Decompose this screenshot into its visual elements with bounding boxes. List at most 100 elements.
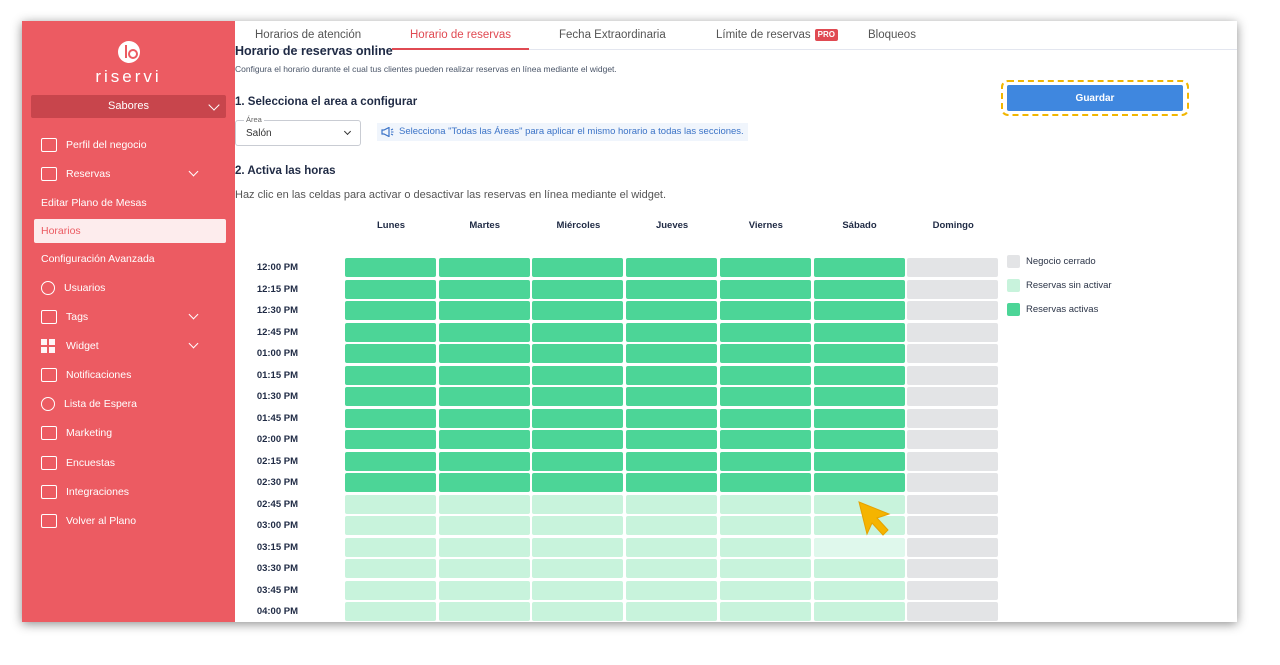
schedule-cell[interactable] xyxy=(438,258,530,277)
schedule-cell[interactable] xyxy=(626,473,718,492)
schedule-cell[interactable] xyxy=(345,580,436,600)
schedule-cell[interactable] xyxy=(719,451,811,471)
schedule-cell[interactable] xyxy=(438,451,530,471)
schedule-cell[interactable] xyxy=(719,516,811,535)
schedule-cell[interactable] xyxy=(532,344,624,363)
schedule-cell[interactable] xyxy=(813,387,905,406)
schedule-cell[interactable] xyxy=(345,494,436,514)
schedule-cell[interactable] xyxy=(626,580,718,600)
schedule-cell[interactable] xyxy=(345,344,436,363)
schedule-cell[interactable] xyxy=(438,301,530,320)
schedule-cell[interactable] xyxy=(626,258,718,277)
schedule-cell[interactable] xyxy=(345,408,436,428)
tab-limite-de-reservas[interactable]: Límite de reservas PRO xyxy=(716,21,838,50)
schedule-cell[interactable] xyxy=(532,537,624,557)
schedule-cell[interactable] xyxy=(438,494,530,514)
sidebar-item-horarios[interactable]: Horarios xyxy=(34,219,226,243)
schedule-cell[interactable] xyxy=(626,322,718,342)
sidebar-item-perfil-del-negocio[interactable]: Perfil del negocio xyxy=(22,133,235,157)
schedule-cell[interactable] xyxy=(532,408,624,428)
schedule-cell[interactable] xyxy=(532,559,624,578)
schedule-cell[interactable] xyxy=(345,559,436,578)
schedule-cell[interactable] xyxy=(626,494,718,514)
schedule-cell[interactable] xyxy=(532,451,624,471)
schedule-cell[interactable] xyxy=(532,516,624,535)
schedule-cell[interactable] xyxy=(813,559,905,578)
schedule-cell[interactable] xyxy=(626,451,718,471)
tab-bloqueos[interactable]: Bloqueos xyxy=(868,21,916,50)
schedule-cell[interactable] xyxy=(532,473,624,492)
schedule-cell[interactable] xyxy=(626,301,718,320)
schedule-cell[interactable] xyxy=(532,387,624,406)
schedule-cell[interactable] xyxy=(438,408,530,428)
schedule-cell[interactable] xyxy=(532,365,624,385)
schedule-cell[interactable] xyxy=(345,537,436,557)
schedule-cell[interactable] xyxy=(719,408,811,428)
schedule-cell[interactable] xyxy=(438,344,530,363)
sidebar-item-configuracion-avanzada[interactable]: Configuración Avanzada xyxy=(22,247,235,271)
schedule-cell[interactable] xyxy=(438,580,530,600)
schedule-cell[interactable] xyxy=(532,258,624,277)
schedule-cell[interactable] xyxy=(532,430,624,449)
schedule-cell[interactable] xyxy=(719,387,811,406)
schedule-cell[interactable] xyxy=(813,365,905,385)
area-select[interactable]: Área Salón xyxy=(235,115,361,146)
schedule-cell[interactable] xyxy=(626,516,718,535)
schedule-cell[interactable] xyxy=(719,430,811,449)
brand-logo[interactable]: riservi xyxy=(22,41,235,87)
sidebar-item-encuestas[interactable]: Encuestas xyxy=(22,451,235,475)
schedule-cell[interactable] xyxy=(345,322,436,342)
schedule-cell[interactable] xyxy=(345,602,436,621)
schedule-cell[interactable] xyxy=(438,430,530,449)
schedule-cell[interactable] xyxy=(719,365,811,385)
schedule-cell[interactable] xyxy=(719,602,811,621)
schedule-cell[interactable] xyxy=(813,580,905,600)
schedule-cell[interactable] xyxy=(345,301,436,320)
schedule-cell[interactable] xyxy=(813,344,905,363)
schedule-cell[interactable] xyxy=(813,322,905,342)
tab-fecha-extraordinaria[interactable]: Fecha Extraordinaria xyxy=(559,21,666,50)
schedule-cell[interactable] xyxy=(719,258,811,277)
schedule-cell[interactable] xyxy=(813,430,905,449)
schedule-cell[interactable] xyxy=(532,322,624,342)
schedule-cell[interactable] xyxy=(438,473,530,492)
schedule-cell[interactable] xyxy=(719,322,811,342)
sidebar-item-integraciones[interactable]: Integraciones xyxy=(22,480,235,504)
schedule-cell[interactable] xyxy=(438,537,530,557)
schedule-cell[interactable] xyxy=(438,387,530,406)
tab-horario-de-reservas[interactable]: Horario de reservas xyxy=(392,21,529,50)
schedule-cell[interactable] xyxy=(626,344,718,363)
sidebar-item-lista-de-espera[interactable]: Lista de Espera xyxy=(22,392,235,416)
schedule-cell[interactable] xyxy=(626,279,718,299)
schedule-cell[interactable] xyxy=(719,559,811,578)
schedule-cell[interactable] xyxy=(626,365,718,385)
schedule-cell[interactable] xyxy=(813,602,905,621)
schedule-cell[interactable] xyxy=(345,365,436,385)
sidebar-item-editar-plano-de-mesas[interactable]: Editar Plano de Mesas xyxy=(22,191,235,215)
schedule-cell[interactable] xyxy=(438,559,530,578)
schedule-cell[interactable] xyxy=(532,580,624,600)
schedule-cell[interactable] xyxy=(626,602,718,621)
schedule-cell[interactable] xyxy=(345,473,436,492)
schedule-cell[interactable] xyxy=(438,322,530,342)
schedule-cell[interactable] xyxy=(719,473,811,492)
schedule-cell[interactable] xyxy=(345,451,436,471)
schedule-cell[interactable] xyxy=(813,473,905,492)
schedule-cell[interactable] xyxy=(719,301,811,320)
schedule-cell[interactable] xyxy=(813,279,905,299)
schedule-cell[interactable] xyxy=(438,516,530,535)
sidebar-item-usuarios[interactable]: Usuarios xyxy=(22,276,235,300)
sidebar-item-widget[interactable]: Widget xyxy=(22,334,235,358)
schedule-cell[interactable] xyxy=(345,279,436,299)
schedule-cell[interactable] xyxy=(813,258,905,277)
save-button[interactable]: Guardar xyxy=(1007,85,1183,111)
schedule-cell[interactable] xyxy=(719,494,811,514)
schedule-cell[interactable] xyxy=(345,258,436,277)
schedule-cell[interactable] xyxy=(626,559,718,578)
sidebar-item-volver-al-plano[interactable]: Volver al Plano xyxy=(22,509,235,533)
sidebar-item-tags[interactable]: Tags xyxy=(22,305,235,329)
schedule-cell[interactable] xyxy=(813,537,905,557)
sidebar-item-marketing[interactable]: Marketing xyxy=(22,421,235,445)
schedule-cell[interactable] xyxy=(532,301,624,320)
schedule-cell[interactable] xyxy=(345,387,436,406)
